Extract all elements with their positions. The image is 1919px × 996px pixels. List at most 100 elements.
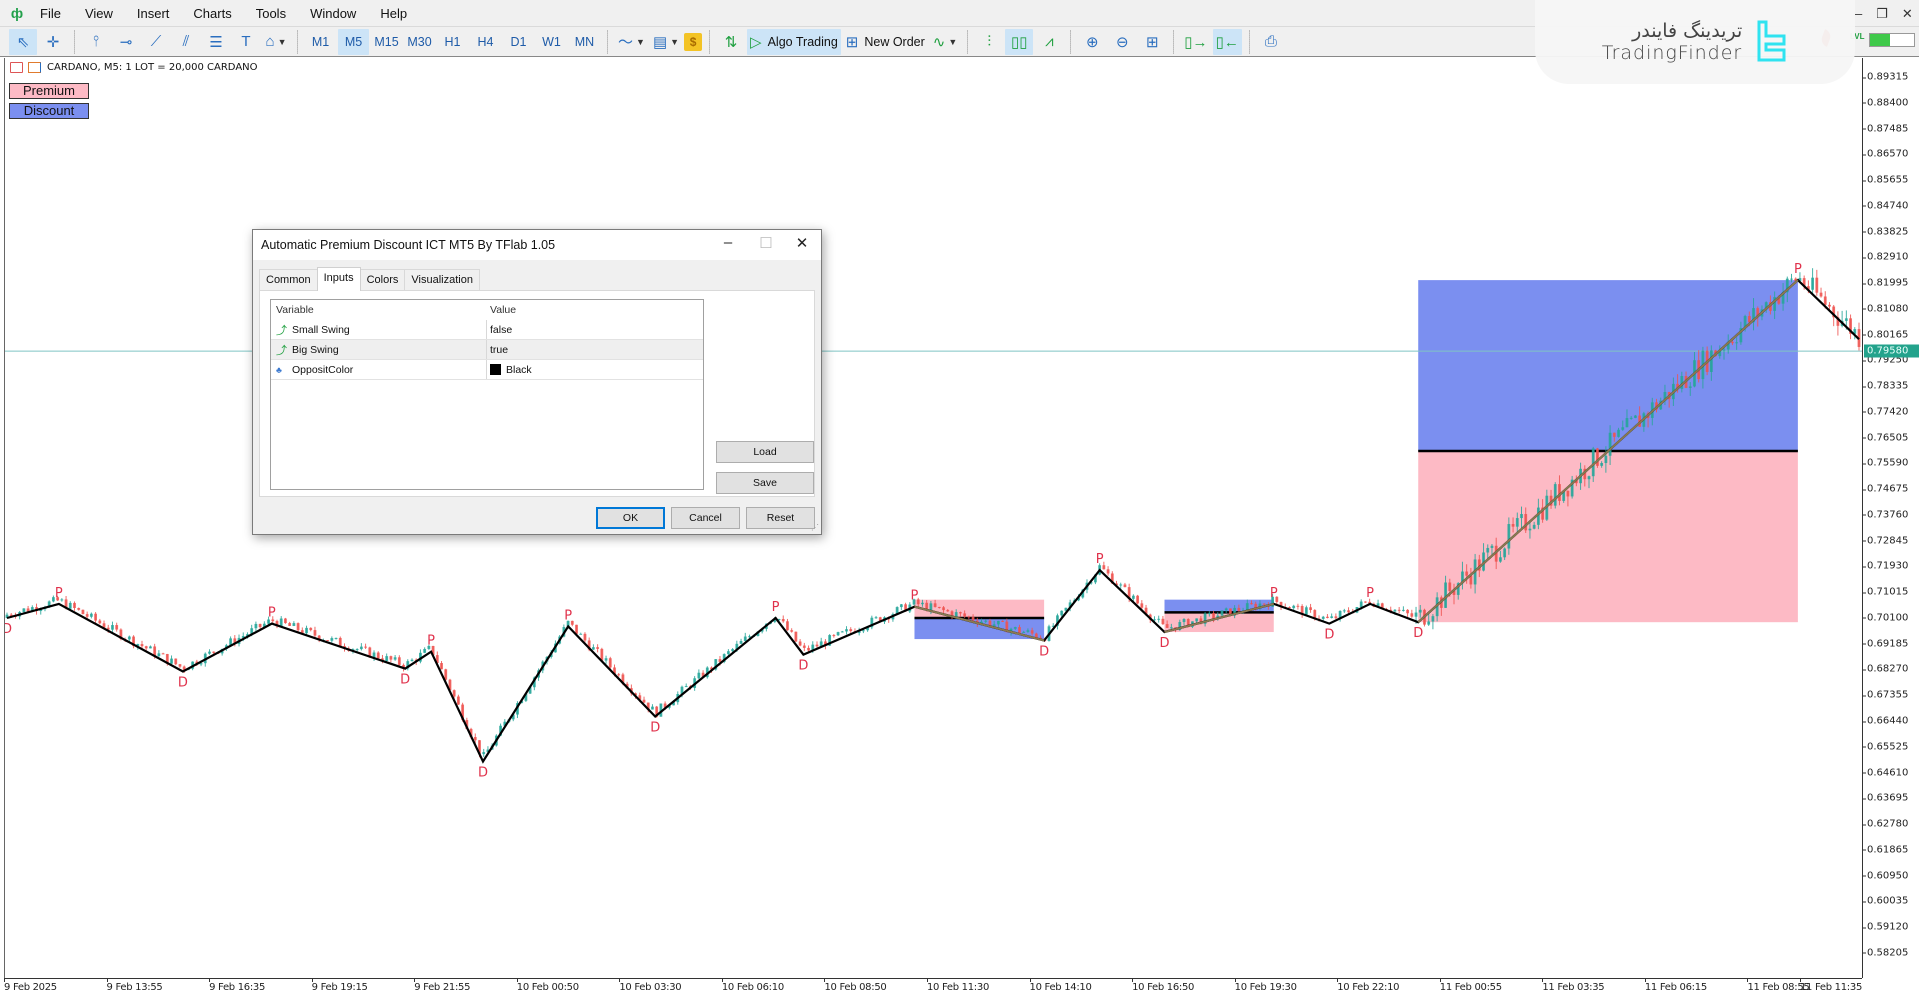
candle-body xyxy=(938,607,941,608)
new-order-button[interactable]: ⊞New Order xyxy=(843,29,928,55)
tab-inputs[interactable]: Inputs xyxy=(317,267,361,291)
time-tick-label: 10 Feb 06:10 xyxy=(722,982,784,993)
text-tool-button[interactable]: T xyxy=(232,29,260,55)
resize-grip-icon[interactable]: ⋰ xyxy=(811,523,819,532)
reset-button[interactable]: Reset xyxy=(746,507,815,529)
timeframe-w1[interactable]: W1 xyxy=(536,29,567,55)
tab-colors[interactable]: Colors xyxy=(360,269,406,291)
cursor-tool-button[interactable]: ⇖ xyxy=(9,29,37,55)
shapes-button[interactable]: ⌂▼ xyxy=(262,29,290,55)
row-value[interactable]: true xyxy=(490,344,508,356)
trendline-button[interactable]: ⟋ xyxy=(142,29,170,55)
zoom-in-button[interactable]: ⊕ xyxy=(1078,29,1106,55)
candle-body xyxy=(1292,606,1295,608)
crosshair-button[interactable]: ✛ xyxy=(39,29,67,55)
menu-insert[interactable]: Insert xyxy=(125,6,182,21)
cancel-button[interactable]: Cancel xyxy=(671,507,740,529)
inputs-table: Variable Value ⤴Small Swing false ⤴Big S… xyxy=(270,299,704,490)
minimize-icon[interactable]: – xyxy=(1855,6,1862,22)
menu-view[interactable]: View xyxy=(73,6,125,21)
candle-body xyxy=(1166,624,1169,628)
horizontal-line-button[interactable]: ⊸ xyxy=(112,29,140,55)
menu-help[interactable]: Help xyxy=(368,6,419,21)
dialog-minimize-icon[interactable]: – xyxy=(713,234,743,256)
price-tick-label: 0.85655 xyxy=(1867,175,1908,186)
chart-header: CARDANO, M5: 1 LOT = 20,000 CARDANO xyxy=(10,62,258,73)
table-row[interactable]: ⤴Big Swing true xyxy=(271,340,703,360)
bar-chart-button[interactable]: ⫶ xyxy=(975,29,1003,55)
auto-scroll-button[interactable]: ▯→ xyxy=(1181,29,1210,55)
candle-body xyxy=(1305,607,1308,614)
templates-button[interactable]: ▤▼ xyxy=(650,29,682,55)
timeframe-m30[interactable]: M30 xyxy=(404,29,435,55)
menu-file[interactable]: File xyxy=(28,6,73,21)
dialog-titlebar[interactable]: Automatic Premium Discount ICT MT5 By TF… xyxy=(253,230,821,260)
candle-body xyxy=(411,660,414,661)
line-chart-button[interactable]: ⩘ xyxy=(1035,29,1063,55)
candle-body xyxy=(727,651,730,654)
candle-body xyxy=(377,653,380,659)
tab-visualization[interactable]: Visualization xyxy=(404,269,480,291)
toolbar-separator xyxy=(607,30,608,54)
candle-body xyxy=(803,646,806,648)
dialog-maximize-icon[interactable]: ☐ xyxy=(751,234,781,256)
candle-body xyxy=(1820,293,1823,297)
timeframe-m1[interactable]: M1 xyxy=(305,29,336,55)
candlestick-chart-button[interactable]: ▯▯ xyxy=(1005,29,1033,55)
table-row[interactable]: ⤴Small Swing false xyxy=(271,320,703,340)
restore-icon[interactable]: ❐ xyxy=(1876,6,1888,22)
grid-icon: ⊞ xyxy=(1146,33,1159,51)
auto-scroll-icon: ▯→ xyxy=(1184,33,1207,51)
vertical-line-button[interactable]: ⫯ xyxy=(82,29,110,55)
chart-shift-button[interactable]: ▯← xyxy=(1213,29,1242,55)
dialog-close-icon[interactable]: ✕ xyxy=(787,234,817,256)
signals-button[interactable]: ∿▼ xyxy=(930,29,961,55)
discount-point-label: D xyxy=(650,720,660,735)
buy-sell-arrows-icon: ⇅ xyxy=(725,33,738,51)
zoom-out-button[interactable]: ⊖ xyxy=(1108,29,1136,55)
channel-icon: ⫽ xyxy=(183,33,190,50)
candle-body xyxy=(1360,602,1363,607)
fibonacci-button[interactable]: ☰ xyxy=(202,29,230,55)
time-tick-label: 11 Feb 11:35 xyxy=(1800,982,1862,993)
row-value[interactable]: Black xyxy=(506,364,532,376)
price-tick-label: 0.60950 xyxy=(1867,870,1908,881)
menu-window[interactable]: Window xyxy=(298,6,368,21)
timeframe-h4[interactable]: H4 xyxy=(470,29,501,55)
row-value[interactable]: false xyxy=(490,324,512,336)
column-header-value[interactable]: Value xyxy=(487,300,703,320)
close-icon[interactable]: ✕ xyxy=(1902,6,1913,22)
indicators-button[interactable]: 〜▼ xyxy=(615,29,648,55)
timeframe-m5[interactable]: M5 xyxy=(338,29,369,55)
timeframe-mn[interactable]: MN xyxy=(569,29,600,55)
tile-windows-button[interactable]: ⊞ xyxy=(1138,29,1166,55)
menu-charts[interactable]: Charts xyxy=(181,6,243,21)
column-header-variable[interactable]: Variable xyxy=(271,300,487,320)
algo-trading-button[interactable]: ▷Algo Trading xyxy=(747,29,841,55)
table-row[interactable]: ♣OppositColor Black xyxy=(271,360,703,380)
indicator-chart-icon: 〜 xyxy=(618,31,633,52)
market-button[interactable]: $ xyxy=(684,33,702,51)
horizontal-line-icon: ⊸ xyxy=(120,33,133,51)
menu-tools[interactable]: Tools xyxy=(244,6,298,21)
ok-button[interactable]: OK xyxy=(596,507,665,529)
load-button[interactable]: Load xyxy=(716,441,814,463)
save-button[interactable]: Save xyxy=(716,472,814,494)
row-variable: OppositColor xyxy=(292,364,353,376)
candle-body xyxy=(744,637,747,641)
candle-body xyxy=(955,612,958,617)
tab-common[interactable]: Common xyxy=(259,269,318,291)
price-axis[interactable]: 0.893150.884000.874850.865700.856550.847… xyxy=(1862,58,1919,978)
candle-body xyxy=(605,658,608,660)
time-axis[interactable]: 9 Feb 20259 Feb 13:559 Feb 16:359 Feb 19… xyxy=(4,978,1862,996)
timeframe-m15[interactable]: M15 xyxy=(371,29,402,55)
screenshot-button[interactable]: ⎙ xyxy=(1257,29,1285,55)
price-tick-label: 0.59120 xyxy=(1867,922,1908,933)
timeframe-h1[interactable]: H1 xyxy=(437,29,468,55)
one-click-trading-button[interactable]: ⇅ xyxy=(717,29,745,55)
price-tick-label: 0.58205 xyxy=(1867,947,1908,958)
price-tick-label: 0.81995 xyxy=(1867,278,1908,289)
equidistant-channel-button[interactable]: ⫽ xyxy=(172,29,200,55)
timeframe-d1[interactable]: D1 xyxy=(503,29,534,55)
premium-point-label: P xyxy=(427,634,435,649)
